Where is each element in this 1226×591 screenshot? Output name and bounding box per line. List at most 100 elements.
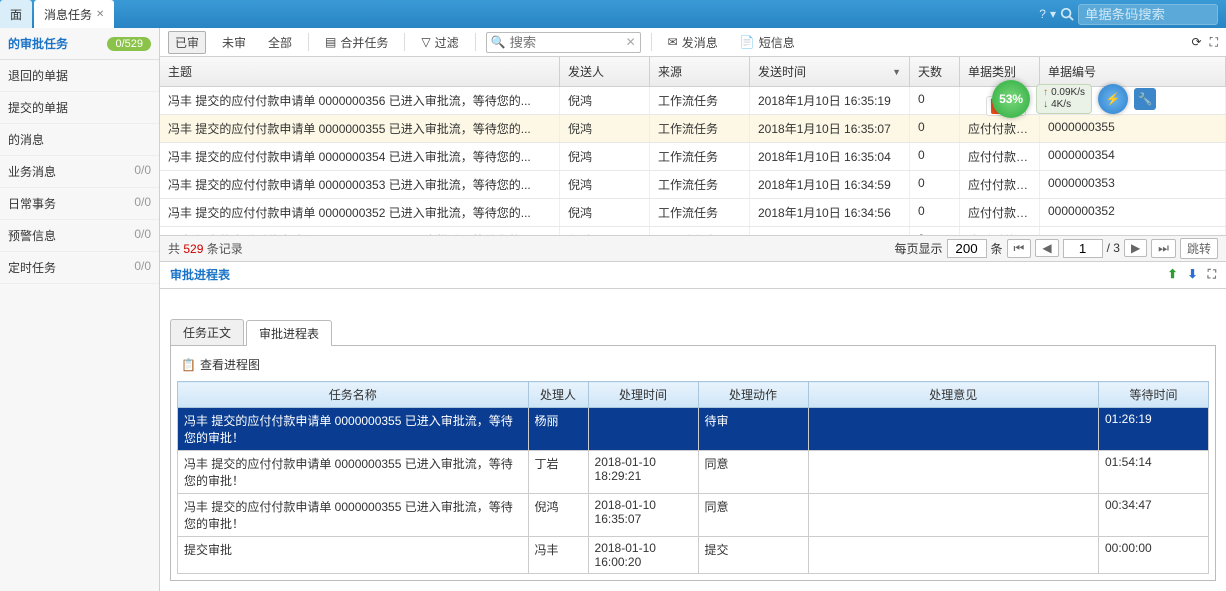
proc-cell-wait: 01:54:14 <box>1099 451 1209 494</box>
last-page-button[interactable]: ⏭ <box>1151 239 1176 258</box>
cell-time: 2018年1月10日 16:34:56 <box>750 199 910 226</box>
cell-sender: 倪鸿 <box>560 227 650 235</box>
col-subject[interactable]: 主题 <box>160 57 560 86</box>
arrow-up-icon[interactable]: ⬆ <box>1167 267 1177 282</box>
table-row[interactable]: 冯丰 提交的应付付款申请单 0000000351 已进入审批流，等待您的...倪… <box>160 227 1226 235</box>
jump-button[interactable]: 跳转 <box>1180 238 1218 259</box>
toolbar: 已审 未审 全部 ▤合并任务 ▽过滤 🔍 ✕ ✉发消息 📄短信息 ⟳ ⛶ <box>160 28 1226 57</box>
cell-time: 2018年1月10日 16:34:59 <box>750 171 910 198</box>
arrow-down-icon[interactable]: ⬇ <box>1188 267 1198 282</box>
process-row[interactable]: 冯丰 提交的应付付款申请单 0000000355 已进入审批流，等待您的审批！倪… <box>178 494 1209 537</box>
cell-type: 应付付款申... <box>960 199 1040 226</box>
sidebar: 的审批任务 0/529 退回的单据 提交的单据 的消息 业务消息0/0 日常事务… <box>0 28 160 591</box>
tab-all[interactable]: 全部 <box>262 32 298 53</box>
col-time[interactable]: 发送时间▼ <box>750 57 910 86</box>
process-row[interactable]: 冯丰 提交的应付付款申请单 0000000355 已进入审批流，等待您的审批！杨… <box>178 408 1209 451</box>
cell-days: 0 <box>910 143 960 170</box>
tab-task-body[interactable]: 任务正文 <box>170 319 244 345</box>
cell-subject: 冯丰 提交的应付付款申请单 0000000353 已进入审批流，等待您的... <box>160 171 560 198</box>
sidebar-item-messages[interactable]: 的消息 <box>0 124 159 156</box>
sidebar-item-timed[interactable]: 定时任务0/0 <box>0 252 159 284</box>
sidebar-header[interactable]: 的审批任务 0/529 <box>0 28 159 60</box>
expand-icon[interactable]: ⛶ <box>1210 35 1218 50</box>
cell-time <box>750 227 910 235</box>
tab-home[interactable]: 面 <box>0 0 32 28</box>
process-table: 任务名称 处理人 处理时间 处理动作 处理意见 等待时间 冯丰 提交的应付付款申… <box>177 381 1209 574</box>
proc-cell-name: 冯丰 提交的应付付款申请单 0000000355 已进入审批流，等待您的审批！ <box>178 451 529 494</box>
prev-page-button[interactable]: ◀ <box>1035 239 1058 257</box>
tab-process[interactable]: 审批进程表 <box>246 320 332 346</box>
proc-col-opinion[interactable]: 处理意见 <box>808 382 1098 408</box>
sidebar-item-alert[interactable]: 预警信息0/0 <box>0 220 159 252</box>
table-row[interactable]: 冯丰 提交的应付付款申请单 0000000354 已进入审批流，等待您的...倪… <box>160 143 1226 171</box>
expand-panel-icon[interactable]: ⛶ <box>1208 267 1216 282</box>
proc-col-handler[interactable]: 处理人 <box>528 382 588 408</box>
close-icon[interactable]: ✕ <box>96 9 104 20</box>
cell-num <box>1040 227 1226 235</box>
clear-search-icon[interactable]: ✕ <box>626 35 636 49</box>
cell-source: 工作流任务 <box>650 171 750 198</box>
help-icon[interactable]: ? <box>1039 7 1046 21</box>
filter-button[interactable]: ▽过滤 <box>415 32 464 53</box>
cell-num: 0000000352 <box>1040 199 1226 226</box>
proc-cell-action: 待审 <box>698 408 808 451</box>
view-diagram-button[interactable]: 📋 查看进程图 <box>177 352 1209 377</box>
total-count: 529 <box>183 242 203 256</box>
table-row[interactable]: 冯丰 提交的应付付款申请单 0000000355 已进入审批流，等待您的...倪… <box>160 115 1226 143</box>
list-icon: ▤ <box>325 35 336 49</box>
col-sender[interactable]: 发送人 <box>560 57 650 86</box>
sidebar-item-biz[interactable]: 业务消息0/0 <box>0 156 159 188</box>
tab-pending[interactable]: 未审 <box>216 32 252 53</box>
cell-type: 应付付款申... <box>960 143 1040 170</box>
system-monitor-widget[interactable]: 53% ↑0.09K/s ↓4K/s ⚡ 🔧 <box>992 80 1156 118</box>
col-days[interactable]: 天数 <box>910 57 960 86</box>
search-icon: 🔍 <box>491 35 506 49</box>
proc-cell-name: 提交审批 <box>178 537 529 574</box>
proc-cell-wait: 00:34:47 <box>1099 494 1209 537</box>
detail-tabs: 任务正文 审批进程表 <box>170 319 1216 346</box>
process-section-header: 审批进程表 ⬆ ⬇ ⛶ <box>160 262 1226 289</box>
upload-icon: ↑ <box>1043 87 1048 99</box>
search-box: 🔍 ✕ <box>486 32 641 53</box>
badge-count: 0/529 <box>107 37 151 51</box>
process-row[interactable]: 提交审批冯丰2018-01-10 16:00:20提交00:00:00 <box>178 537 1209 574</box>
refresh-icon[interactable]: ⟳ <box>1192 35 1202 50</box>
col-source[interactable]: 来源 <box>650 57 750 86</box>
table-row[interactable]: 冯丰 提交的应付付款申请单 0000000353 已进入审批流，等待您的...倪… <box>160 171 1226 199</box>
proc-cell-wait: 01:26:19 <box>1099 408 1209 451</box>
unit-label: 条 <box>991 240 1003 257</box>
sidebar-item-daily[interactable]: 日常事务0/0 <box>0 188 159 220</box>
wrench-icon[interactable]: 🔧 <box>1134 88 1156 110</box>
first-page-button[interactable]: ⏮ <box>1007 239 1032 258</box>
cell-time: 2018年1月10日 16:35:07 <box>750 115 910 142</box>
cell-subject: 冯丰 提交的应付付款申请单 0000000355 已进入审批流，等待您的... <box>160 115 560 142</box>
dropdown-icon[interactable]: ▾ <box>1050 7 1056 21</box>
proc-col-name[interactable]: 任务名称 <box>178 382 529 408</box>
cell-time: 2018年1月10日 16:35:04 <box>750 143 910 170</box>
table-row[interactable]: 冯丰 提交的应付付款申请单 0000000352 已进入审批流，等待您的...倪… <box>160 199 1226 227</box>
barcode-search-input[interactable] <box>1078 4 1218 25</box>
process-row[interactable]: 冯丰 提交的应付付款申请单 0000000355 已进入审批流，等待您的审批！丁… <box>178 451 1209 494</box>
proc-cell-time <box>588 408 698 451</box>
total-pages: / 3 <box>1107 241 1120 255</box>
proc-col-action[interactable]: 处理动作 <box>698 382 808 408</box>
search-input[interactable] <box>506 33 626 52</box>
proc-col-time[interactable]: 处理时间 <box>588 382 698 408</box>
merge-button[interactable]: ▤合并任务 <box>319 32 394 53</box>
proc-cell-action: 提交 <box>698 537 808 574</box>
tab-approved[interactable]: 已审 <box>168 31 206 54</box>
accelerator-icon[interactable]: ⚡ <box>1098 84 1128 114</box>
next-page-button[interactable]: ▶ <box>1124 239 1147 257</box>
sort-desc-icon: ▼ <box>892 67 901 77</box>
perpage-input[interactable] <box>947 239 987 258</box>
tab-messages[interactable]: 消息任务✕ <box>34 0 114 28</box>
proc-cell-wait: 00:00:00 <box>1099 537 1209 574</box>
sms-button[interactable]: 📄短信息 <box>734 32 801 53</box>
cpu-percent-badge[interactable]: 53% <box>992 80 1030 118</box>
page-input[interactable] <box>1063 239 1103 258</box>
sidebar-item-returned[interactable]: 退回的单据 <box>0 60 159 92</box>
sidebar-item-submitted[interactable]: 提交的单据 <box>0 92 159 124</box>
proc-col-wait[interactable]: 等待时间 <box>1099 382 1209 408</box>
network-speed: ↑0.09K/s ↓4K/s <box>1036 84 1092 114</box>
send-message-button[interactable]: ✉发消息 <box>662 32 724 53</box>
